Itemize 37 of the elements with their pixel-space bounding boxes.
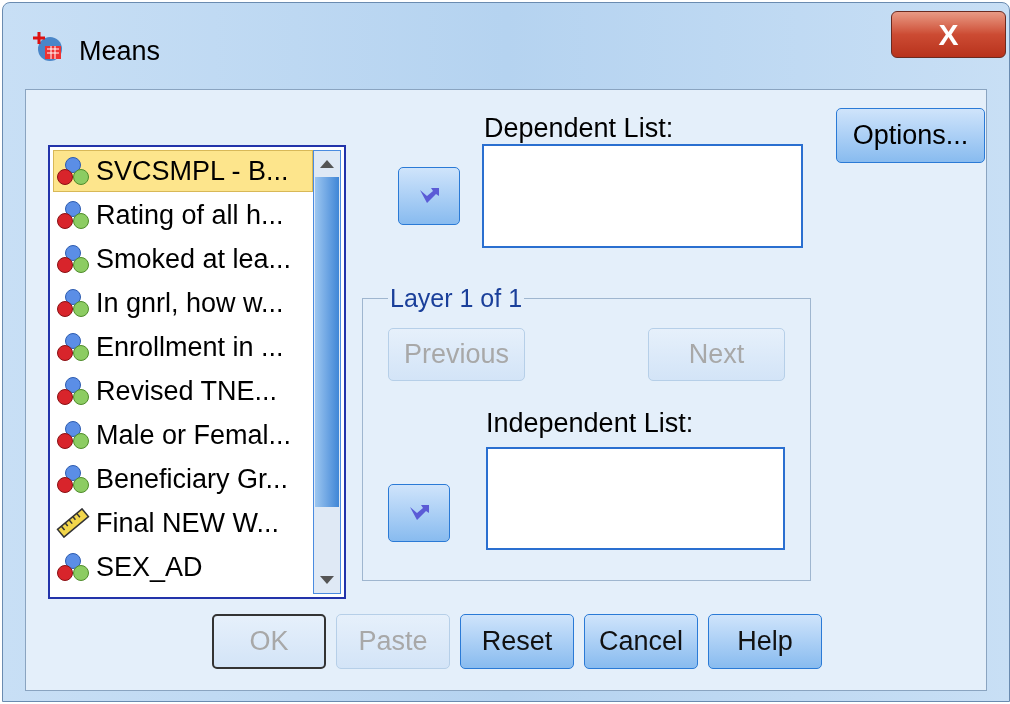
variable-item[interactable]: In gnrl, how w... bbox=[53, 282, 313, 324]
dialog-button[interactable]: Cancel bbox=[584, 614, 698, 669]
variable-item[interactable]: SVCSMPL - B... bbox=[53, 150, 313, 192]
variable-item[interactable]: Male or Femal... bbox=[53, 414, 313, 456]
nominal-variable-icon bbox=[56, 244, 90, 274]
nominal-variable-icon bbox=[56, 464, 90, 494]
layer-title: Layer 1 of 1 bbox=[389, 283, 524, 314]
nominal-variable-icon bbox=[56, 288, 90, 318]
nominal-variable-icon bbox=[56, 552, 90, 582]
variable-item[interactable]: Rating of all h... bbox=[53, 194, 313, 236]
nominal-variable-icon bbox=[56, 332, 90, 362]
independent-list-field[interactable] bbox=[486, 446, 785, 550]
variable-item[interactable]: Final NEW W... bbox=[53, 502, 313, 544]
variable-item[interactable]: Revised TNE... bbox=[53, 370, 313, 412]
arrow-right-icon bbox=[418, 186, 440, 206]
move-right-button[interactable] bbox=[398, 167, 460, 225]
scrollbar[interactable] bbox=[313, 150, 341, 594]
dialog-button[interactable]: Help bbox=[708, 614, 822, 669]
nominal-variable-icon bbox=[56, 156, 90, 186]
scrollbar-thumb[interactable] bbox=[315, 177, 339, 507]
nominal-variable-icon bbox=[56, 376, 90, 406]
dialog-button[interactable]: Reset bbox=[460, 614, 574, 669]
variable-item[interactable]: SEX_AD bbox=[53, 546, 313, 588]
variable-item[interactable]: Beneficiary Gr... bbox=[53, 458, 313, 500]
dependent-list-label: Dependent List: bbox=[484, 112, 675, 144]
close-button[interactable]: X bbox=[891, 11, 1006, 58]
options-button[interactable]: Options... bbox=[836, 108, 985, 163]
move-right-button[interactable] bbox=[388, 483, 450, 542]
app-icon bbox=[31, 30, 65, 62]
independent-list-label: Independent List: bbox=[486, 406, 695, 440]
nominal-variable-icon bbox=[56, 420, 90, 450]
nominal-variable-icon bbox=[56, 200, 90, 230]
variable-item[interactable]: Enrollment in ... bbox=[53, 326, 313, 368]
arrow-right-icon bbox=[408, 502, 430, 523]
dependent-list-field[interactable] bbox=[482, 144, 803, 248]
window-title: Means bbox=[79, 35, 161, 68]
variable-item[interactable]: Smoked at lea... bbox=[53, 238, 313, 280]
